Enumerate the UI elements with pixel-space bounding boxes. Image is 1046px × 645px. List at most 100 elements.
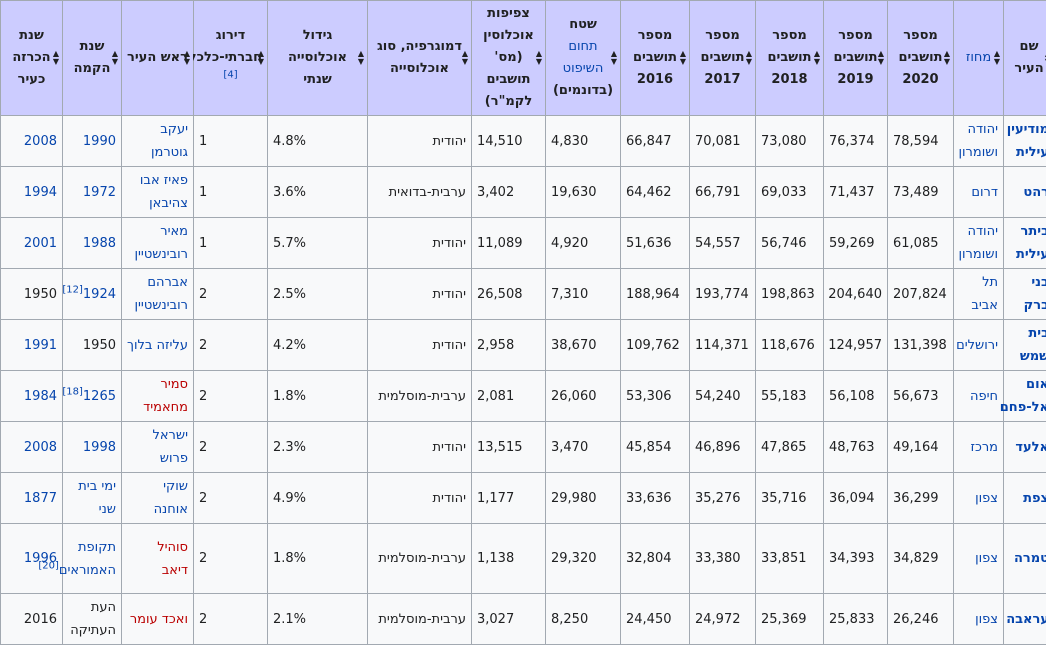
mayor[interactable]: שוקי אוחנה — [122, 473, 194, 524]
declared-city-year[interactable]: 1994 — [1, 167, 63, 218]
demography: יהודית — [368, 473, 472, 524]
founded-year[interactable]: 1990 — [63, 116, 122, 167]
founded-year[interactable]: ימי בית שני — [63, 473, 122, 524]
district[interactable]: תל אביב — [954, 269, 1004, 320]
mayor[interactable]: סוהיל דיאב — [122, 524, 194, 594]
mayor[interactable]: ואכד עומר — [122, 594, 194, 645]
city-name[interactable]: בני ברק — [1004, 269, 1046, 320]
district[interactable]: צפון — [954, 473, 1004, 524]
declared-city-year[interactable]: 1877 — [1, 473, 63, 524]
declared-city-year[interactable]: 1996 — [1, 524, 63, 594]
sort-icon[interactable]: ▲▼ — [878, 50, 884, 66]
city-name[interactable]: צפת — [1004, 473, 1046, 524]
sort-icon[interactable]: ▲▼ — [944, 50, 950, 66]
district[interactable]: צפון — [954, 524, 1004, 594]
population-2016: 64,462 — [621, 167, 690, 218]
demography: ערבית-מוסלמית — [368, 371, 472, 422]
sort-icon[interactable]: ▲▼ — [358, 50, 364, 66]
demography: יהודית — [368, 218, 472, 269]
area: 19,630 — [546, 167, 621, 218]
mayor[interactable]: סמיר מחאמיד — [122, 371, 194, 422]
sort-icon[interactable]: ▲▼ — [53, 50, 59, 66]
header-founded[interactable]: ▲▼שנת הקמה — [63, 1, 122, 116]
city-name[interactable]: ביתר עילית — [1004, 218, 1046, 269]
header-density[interactable]: ▲▼צפיפות אוכלוסין (מס' תושבים לקמ"ר) — [472, 1, 546, 116]
socioeconomic-rank: 2 — [194, 594, 268, 645]
population-2016: 33,636 — [621, 473, 690, 524]
population-2020: 131,398 — [888, 320, 954, 371]
mayor[interactable]: אברהם רובינשטיין — [122, 269, 194, 320]
sort-icon[interactable]: ▲▼ — [680, 50, 686, 66]
declared-city-year[interactable]: 2008 — [1, 422, 63, 473]
header-city[interactable]: ▲▼שם העיר — [1004, 1, 1046, 116]
socioeconomic-rank: 1 — [194, 116, 268, 167]
header-declared[interactable]: ▲▼שנת הכרזה כעיר — [1, 1, 63, 116]
header-area[interactable]: ▲▼שטחתחום השיפוט(בדונמים) — [546, 1, 621, 116]
sort-icon[interactable]: ▲▼ — [611, 50, 617, 66]
city-name[interactable]: רהט — [1004, 167, 1046, 218]
header-district[interactable]: ▲▼מחוז — [954, 1, 1004, 116]
density: 2,081 — [472, 371, 546, 422]
city-name[interactable]: מודיעין עילית — [1004, 116, 1046, 167]
sort-icon[interactable]: ▲▼ — [184, 50, 190, 66]
city-name[interactable]: טמרה — [1004, 524, 1046, 594]
population-2018: 47,865 — [756, 422, 824, 473]
founded-year[interactable]: תקופת האמוראים[20] — [63, 524, 122, 594]
header-rank[interactable]: ▲▼דירוג חברתי-כלכלי[4] — [194, 1, 268, 116]
city-name[interactable]: בית שמש — [1004, 320, 1046, 371]
mayor[interactable]: ישראל פרוש — [122, 422, 194, 473]
header-pop2016[interactable]: ▲▼מספר תושבים 2016 — [621, 1, 690, 116]
population-2019: 48,763 — [824, 422, 888, 473]
district[interactable]: צפון — [954, 594, 1004, 645]
rank-ref-link[interactable]: [4] — [223, 70, 237, 81]
header-pop2020[interactable]: ▲▼מספר תושבים 2020 — [888, 1, 954, 116]
mayor[interactable]: מאיר רובינשטיין — [122, 218, 194, 269]
founded-year[interactable]: 1972 — [63, 167, 122, 218]
founded-year[interactable]: 1988 — [63, 218, 122, 269]
declared-city-year[interactable]: 2008 — [1, 116, 63, 167]
city-name[interactable]: עראבה — [1004, 594, 1046, 645]
density: 13,515 — [472, 422, 546, 473]
founded-ref-link[interactable]: [18] — [62, 386, 83, 397]
annual-growth: 4.2% — [268, 320, 368, 371]
demography: יהודית — [368, 320, 472, 371]
founded-ref-link[interactable]: [12] — [62, 284, 83, 295]
header-mayor[interactable]: ▲▼ראש העיר — [122, 1, 194, 116]
declared-city-year[interactable]: 2001 — [1, 218, 63, 269]
district[interactable]: מרכז — [954, 422, 1004, 473]
header-pop2019[interactable]: ▲▼מספר תושבים 2019 — [824, 1, 888, 116]
sort-icon[interactable]: ▲▼ — [112, 50, 118, 66]
header-growth[interactable]: ▲▼גידול אוכלוסייה שנתי — [268, 1, 368, 116]
city-name[interactable]: אלעד — [1004, 422, 1046, 473]
declared-city-year[interactable]: 1984 — [1, 371, 63, 422]
socioeconomic-rank: 2 — [194, 269, 268, 320]
district[interactable]: דרום — [954, 167, 1004, 218]
sort-icon[interactable]: ▲▼ — [814, 50, 820, 66]
population-2020: 78,594 — [888, 116, 954, 167]
header-demography[interactable]: ▲▼דמוגרפיה, סוג אוכלוסייה — [368, 1, 472, 116]
header-pop2018[interactable]: ▲▼מספר תושבים 2018 — [756, 1, 824, 116]
city-name[interactable]: אום אל-פחם — [1004, 371, 1046, 422]
sort-icon[interactable]: ▲▼ — [258, 50, 264, 66]
founded-year[interactable]: 1998 — [63, 422, 122, 473]
sort-icon[interactable]: ▲▼ — [462, 50, 468, 66]
declared-city-year[interactable]: 1991 — [1, 320, 63, 371]
population-2016: 32,804 — [621, 524, 690, 594]
district[interactable]: יהודה ושומרון — [954, 116, 1004, 167]
sort-icon[interactable]: ▲▼ — [536, 50, 542, 66]
district[interactable]: יהודה ושומרון — [954, 218, 1004, 269]
sort-icon[interactable]: ▲▼ — [994, 50, 1000, 66]
annual-growth: 3.6% — [268, 167, 368, 218]
population-2020: 207,824 — [888, 269, 954, 320]
mayor[interactable]: פאיז אבו צהיבאן — [122, 167, 194, 218]
district[interactable]: חיפה — [954, 371, 1004, 422]
mayor[interactable]: יעקב גוטרמן — [122, 116, 194, 167]
area: 8,250 — [546, 594, 621, 645]
founded-year[interactable]: 1265[18] — [63, 371, 122, 422]
district[interactable]: ירושלים — [954, 320, 1004, 371]
mayor[interactable]: עליזה בלוך — [122, 320, 194, 371]
founded-year[interactable]: 1924[12] — [63, 269, 122, 320]
header-pop2017[interactable]: ▲▼מספר תושבים 2017 — [690, 1, 756, 116]
population-2019: 36,094 — [824, 473, 888, 524]
sort-icon[interactable]: ▲▼ — [746, 50, 752, 66]
